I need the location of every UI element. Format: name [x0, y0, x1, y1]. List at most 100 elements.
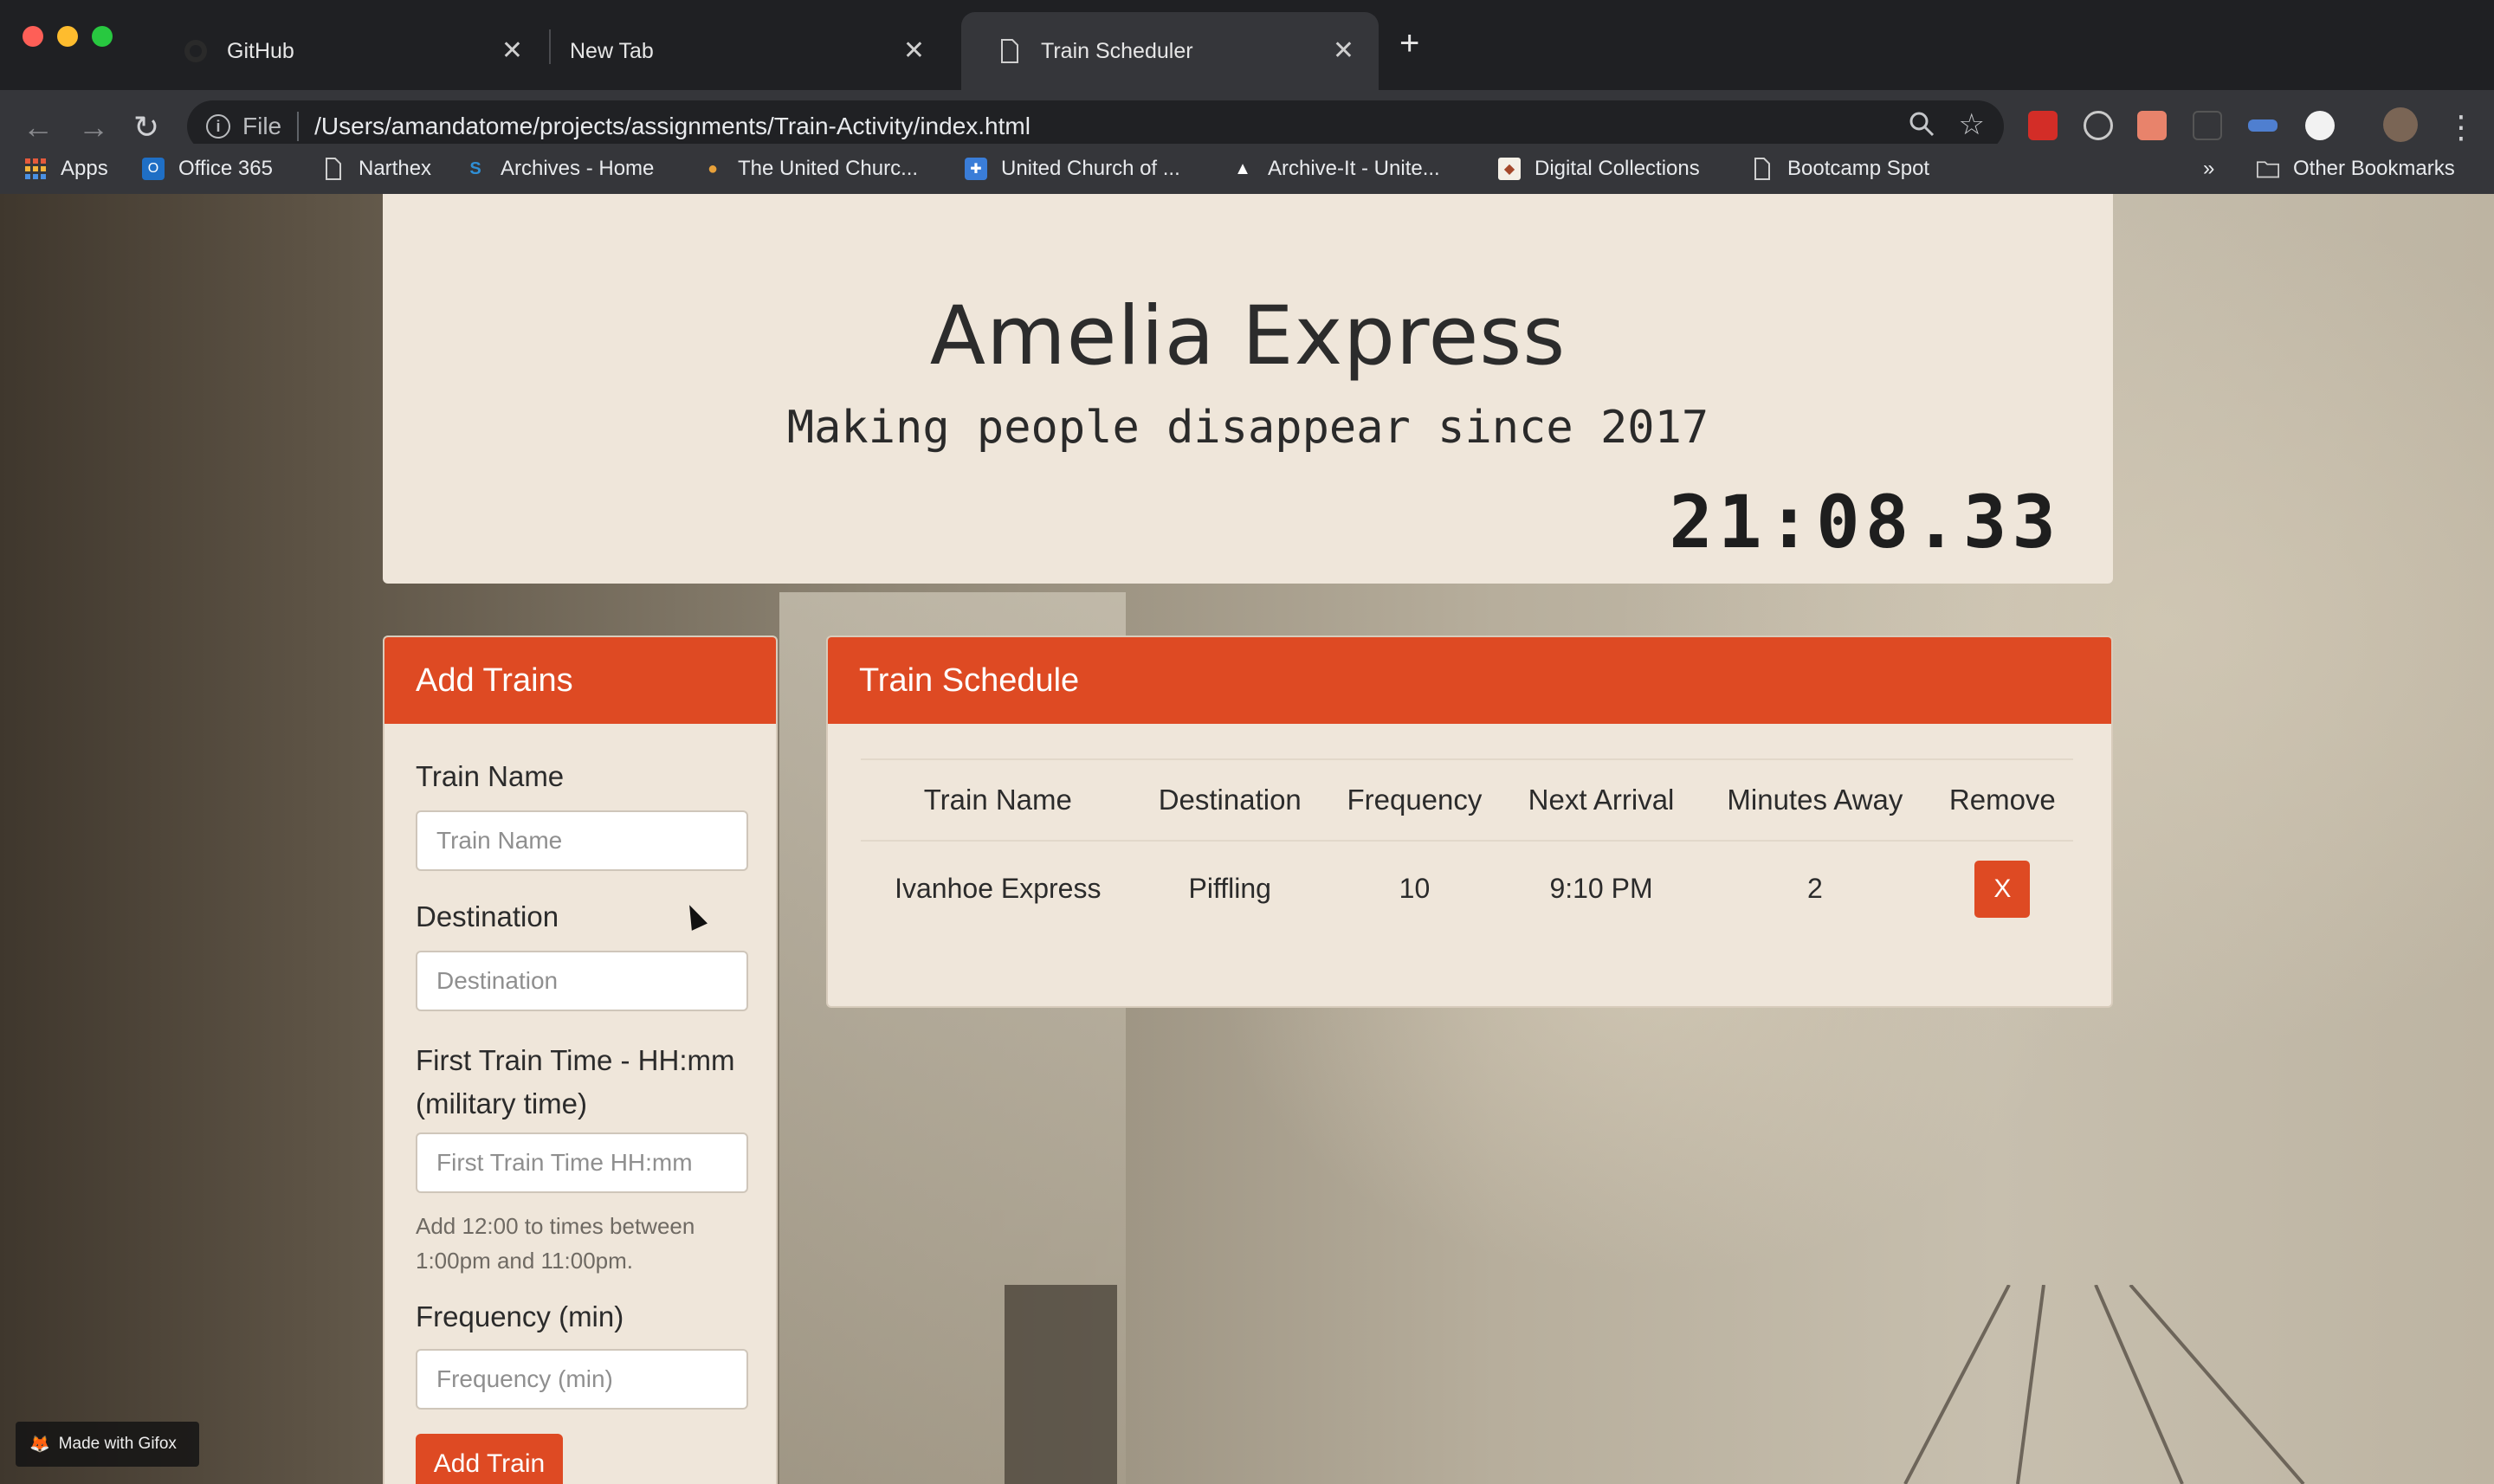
bookmark-other-bookmarks[interactable]: Other Bookmarks [2257, 144, 2455, 194]
bookmark-label: Other Bookmarks [2293, 157, 2455, 180]
schedule-table: Train Name Destination Frequency Next Ar… [861, 758, 2073, 936]
back-arrow-icon[interactable]: ← [23, 106, 54, 149]
extension-arrow-icon[interactable] [2137, 111, 2167, 140]
cell-next-arrival: 9:10 PM [1549, 873, 1653, 904]
column-header-frequency: Frequency [1324, 758, 1504, 842]
profile-avatar[interactable] [2383, 107, 2418, 142]
close-tab-icon[interactable]: ✕ [501, 38, 523, 64]
page-subtitle: Making people disappear since 2017 [786, 402, 1709, 454]
bookmark-label: The United Churc... [738, 157, 919, 180]
archive-it-icon: ▲ [1234, 158, 1251, 178]
train-schedule-heading: Train Schedule [828, 637, 2111, 724]
bookmark-united-church-2[interactable]: ✚ United Church of ... [965, 144, 1180, 194]
bookmark-label: Digital Collections [1535, 157, 1700, 180]
bookmark-label: United Church of ... [1001, 157, 1180, 180]
bookmark-label: Archive-It - Unite... [1268, 157, 1440, 180]
column-header-minutes-away: Minutes Away [1698, 758, 1932, 842]
extension-lastpass-icon[interactable] [2028, 111, 2058, 140]
train-name-label: Train Name [416, 760, 565, 792]
extension-link-icon[interactable] [2248, 119, 2278, 132]
table-row: Ivanhoe Express Piffling 10 9:10 PM 2 X [861, 841, 2073, 936]
close-tab-icon[interactable]: ✕ [1333, 38, 1354, 64]
document-icon [322, 158, 345, 180]
tab-title: Train Scheduler [1041, 38, 1193, 63]
first-train-time-input[interactable] [416, 1132, 748, 1193]
apps-grid-icon [24, 158, 47, 180]
outlook-icon: O [142, 158, 165, 180]
address-divider [297, 112, 300, 141]
menu-kebab-icon[interactable]: ⋮ [2446, 106, 2477, 149]
gifox-watermark: 🦊 Made with Gifox [16, 1422, 199, 1467]
bookmarks-overflow-button[interactable]: » [2203, 144, 2214, 194]
column-header-next-arrival: Next Arrival [1503, 758, 1699, 842]
tab-train-scheduler[interactable]: Train Scheduler ✕ [961, 12, 1379, 90]
overflow-label: » [2203, 157, 2215, 180]
bookmark-label: Archives - Home [501, 157, 655, 180]
url-text[interactable]: /Users/amandatome/projects/assignments/T… [314, 113, 1031, 140]
zoom-icon[interactable] [1909, 111, 1935, 144]
bookmark-apps[interactable]: Apps [24, 144, 108, 194]
bookmark-label: Bootcamp Spot [1787, 157, 1930, 180]
add-trains-panel: Add Trains Train Name Destination First … [383, 636, 778, 1484]
extension-block-icon[interactable] [2084, 111, 2113, 140]
bookmark-archives-home[interactable]: S Archives - Home [464, 144, 654, 194]
bookmark-united-church-1[interactable]: ● The United Churc... [701, 144, 918, 194]
bookmark-label: Narthex [359, 157, 432, 180]
star-icon[interactable]: ☆ [1959, 107, 1985, 142]
sharepoint-icon: S [469, 158, 481, 178]
bookmark-digital-collections[interactable]: ◆ Digital Collections [1498, 144, 1700, 194]
train-schedule-panel: Train Schedule Train Name Destination Fr… [826, 636, 2113, 1008]
background-railroad-tracks [1903, 1285, 2305, 1484]
frequency-input[interactable] [416, 1349, 748, 1410]
scheme-label: File [242, 113, 282, 139]
github-icon [184, 39, 208, 63]
cell-train-name: Ivanhoe Express [895, 873, 1102, 904]
cell-remove: X [1932, 841, 2073, 936]
maximize-window-button[interactable] [92, 26, 113, 47]
destination-input[interactable] [416, 951, 748, 1011]
tab-new-tab[interactable]: New Tab ✕ [533, 12, 949, 90]
document-icon [1751, 158, 1774, 180]
info-icon[interactable]: i [206, 114, 230, 139]
close-window-button[interactable] [23, 26, 43, 47]
extension-circle-icon[interactable] [2305, 111, 2335, 140]
cell-destination: Piffling [1188, 873, 1271, 904]
remove-train-button[interactable]: X [1974, 860, 2031, 918]
bookmark-narthex[interactable]: Narthex [322, 144, 431, 194]
cell-frequency: 10 [1399, 873, 1431, 904]
bookmark-archive-it[interactable]: ▲ Archive-It - Unite... [1231, 144, 1440, 194]
header-jumbotron: Amelia Express Making people disappear s… [383, 194, 2113, 584]
tab-title: GitHub [227, 38, 294, 63]
tab-bar: GitHub ✕ New Tab ✕ Train Scheduler ✕ + [0, 0, 2494, 90]
add-trains-heading: Add Trains [384, 637, 776, 724]
tab-title: New Tab [570, 38, 654, 63]
fox-icon: 🦊 [29, 1436, 50, 1454]
bookmark-office-365[interactable]: O Office 365 [142, 144, 273, 194]
add-train-button[interactable]: Add Train [416, 1434, 563, 1484]
cell-minutes-away: 2 [1806, 873, 1823, 904]
live-clock: 21:08.33 [1669, 480, 2061, 565]
column-header-remove: Remove [1931, 758, 2073, 842]
close-tab-icon[interactable]: ✕ [903, 38, 925, 64]
seal-icon: ◆ [1498, 158, 1521, 180]
time-help-text: Add 12:00 to times between 1:00pm and 11… [416, 1213, 695, 1274]
frequency-label: Frequency (min) [416, 1300, 624, 1332]
page-viewport: Amelia Express Making people disappear s… [0, 194, 2494, 1484]
watermark-text: Made with Gifox [58, 1435, 177, 1453]
reload-icon[interactable]: ↻ [133, 106, 159, 149]
minimize-window-button[interactable] [57, 26, 78, 47]
document-icon [998, 39, 1022, 63]
page-title: Amelia Express [929, 289, 1567, 384]
new-tab-button[interactable]: + [1399, 24, 1419, 62]
extension-screen-icon[interactable] [2193, 111, 2222, 140]
bookmark-label: Apps [61, 157, 108, 180]
tab-github[interactable]: GitHub ✕ [147, 12, 547, 90]
first-train-time-label: First Train Time - HH:mm (military time) [416, 1044, 735, 1119]
destination-label: Destination [416, 900, 559, 932]
train-name-input[interactable] [416, 810, 748, 871]
bookmark-bootcamp-spot[interactable]: Bootcamp Spot [1751, 144, 1929, 194]
column-header-train-name: Train Name [861, 758, 1135, 842]
bookmark-label: Office 365 [178, 157, 273, 180]
church-icon: ● [707, 158, 719, 178]
forward-arrow-icon[interactable]: → [78, 106, 109, 149]
